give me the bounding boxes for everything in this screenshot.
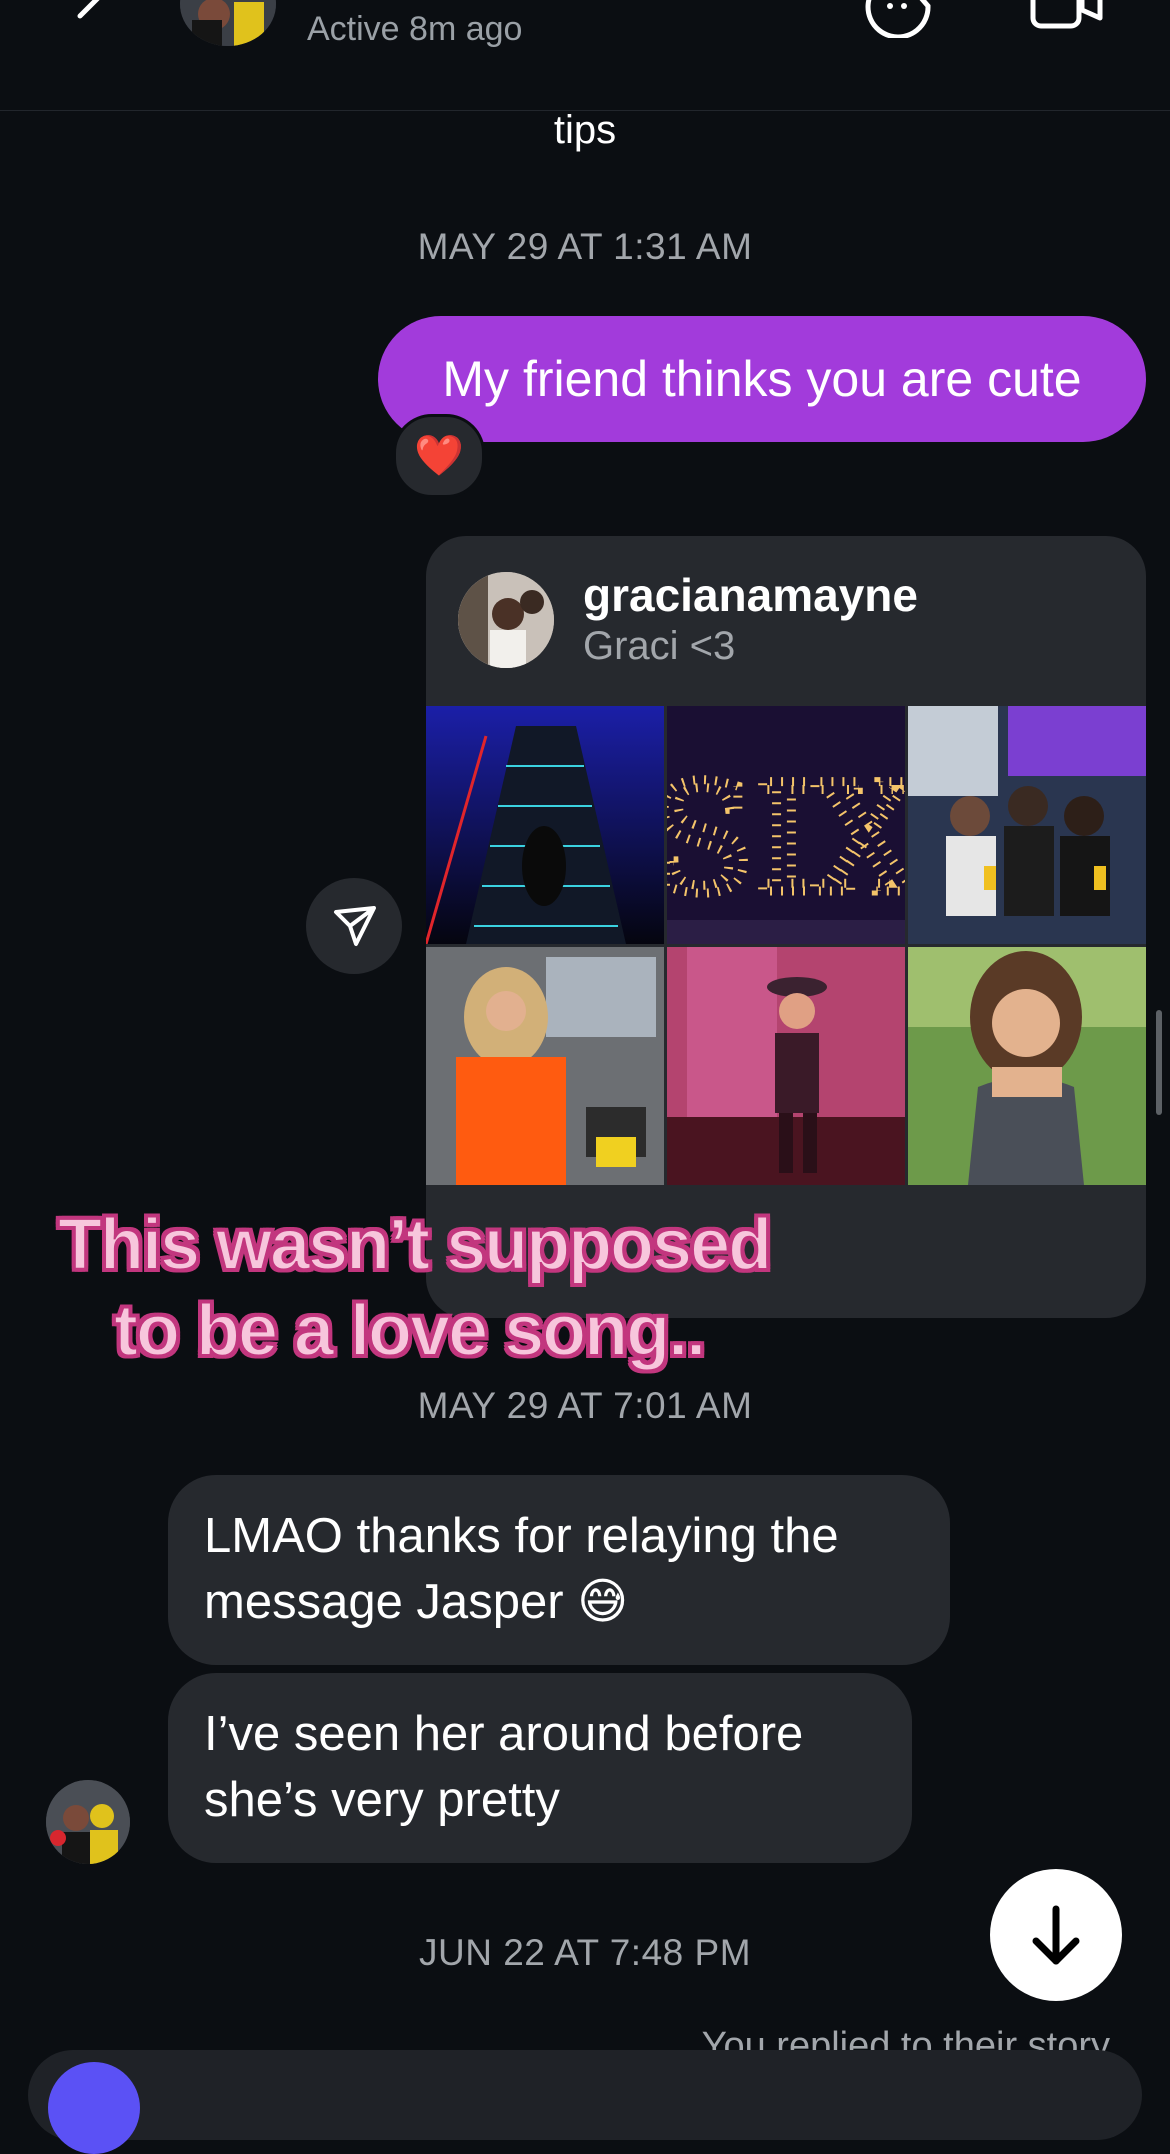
post-photo-grid[interactable]: SIX [426, 706, 1146, 1186]
timestamp: MAY 29 AT 1:31 AM [417, 226, 753, 267]
chevron-left-icon[interactable] [70, 0, 114, 34]
post-photo[interactable] [908, 706, 1146, 944]
arrow-down-icon [1032, 1905, 1080, 1965]
post-photo[interactable] [908, 947, 1146, 1185]
svg-text:SIX: SIX [667, 753, 905, 927]
message-composer[interactable] [28, 2050, 1142, 2140]
post-photo[interactable] [426, 706, 664, 944]
post-subtitle: Graci <3 [583, 624, 736, 668]
message-line: she’s very pretty [204, 1773, 560, 1827]
timestamp: MAY 29 AT 7:01 AM [417, 1385, 753, 1426]
active-status: Active 8m ago [307, 10, 523, 48]
contact-avatar[interactable] [46, 1780, 130, 1864]
chat-header [0, 0, 1170, 111]
post-photo[interactable] [667, 947, 905, 1185]
message-text-tips: tips [553, 108, 617, 152]
outgoing-message[interactable]: My friend thinks you are cute [378, 316, 1146, 442]
scroll-down-button[interactable] [990, 1869, 1122, 2001]
camera-button[interactable] [48, 2062, 140, 2154]
post-photo[interactable]: SIX [667, 706, 905, 944]
sticker-icon[interactable] [862, 0, 936, 38]
post-photo[interactable] [426, 947, 664, 1185]
overlay-caption-line: to be a love song.. [113, 1290, 707, 1372]
scrollbar[interactable] [1156, 1010, 1162, 1115]
shared-post-card[interactable]: gracianamayne Graci <3 SIX [426, 536, 1146, 1318]
incoming-message[interactable]: I’ve seen her around before she’s very p… [168, 1673, 912, 1863]
reaction-badge[interactable]: ❤️ [393, 414, 485, 498]
heart-reaction-emoji: ❤️ [414, 434, 464, 478]
overlay-caption: This wasn’t supposed to be a love song.. [57, 1202, 788, 1374]
incoming-message[interactable]: LMAO thanks for relaying the message Jas… [168, 1475, 950, 1665]
message-line: message Jasper 😅 [204, 1575, 629, 1629]
overlay-caption-line: This wasn’t supposed [57, 1204, 773, 1286]
video-camera-icon[interactable] [1030, 0, 1104, 30]
message-line: LMAO thanks for relaying the [204, 1509, 839, 1563]
message-line: I’ve seen her around before [204, 1707, 804, 1761]
share-button[interactable] [306, 878, 402, 974]
post-avatar[interactable] [458, 572, 554, 668]
paper-plane-icon [334, 906, 376, 946]
post-username: gracianamayne [583, 569, 918, 621]
